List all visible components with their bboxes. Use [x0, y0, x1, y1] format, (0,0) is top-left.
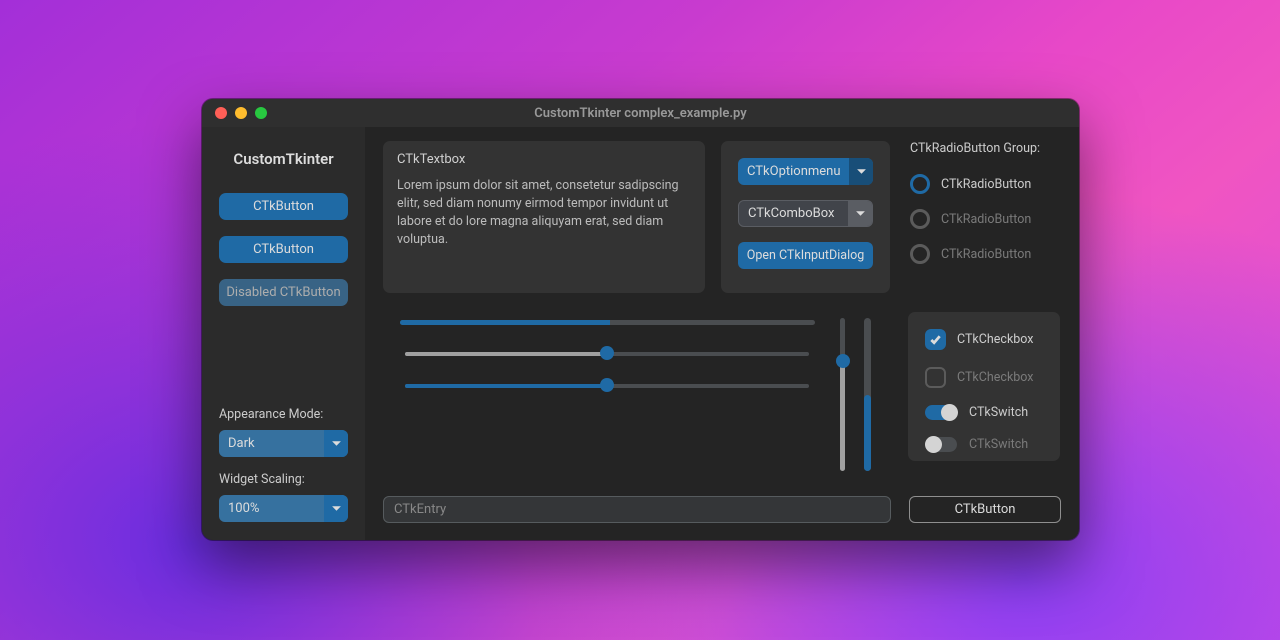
textbox[interactable]: CTkTextbox Lorem ipsum dolor sit amet, c…	[383, 141, 705, 293]
slider-fill	[840, 361, 845, 471]
slider-thumb[interactable]	[836, 354, 850, 368]
switch-2[interactable]: CTkSwitch	[925, 437, 1047, 452]
maximize-icon[interactable]	[255, 107, 267, 119]
progressbar-horizontal	[400, 320, 815, 325]
slider-thumb[interactable]	[600, 346, 614, 360]
checkbox-icon	[925, 367, 946, 388]
radio-label: CTkRadioButton	[941, 247, 1031, 262]
switch-1[interactable]: CTkSwitch	[925, 405, 1047, 420]
window-title: CustomTkinter complex_example.py	[202, 106, 1079, 121]
textbox-header: CTkTextbox	[397, 152, 691, 167]
appearance-mode-value: Dark	[219, 436, 324, 451]
radio-option-1[interactable]: CTkRadioButton	[910, 174, 1062, 194]
switch-knob	[925, 436, 942, 453]
slider-fill	[405, 384, 607, 388]
sidebar-button-disabled: Disabled CTkButton	[219, 279, 348, 306]
checkbox-label: CTkCheckbox	[957, 370, 1034, 385]
textbox-content: Lorem ipsum dolor sit amet, consetetur s…	[397, 177, 691, 250]
entry-input[interactable]	[383, 496, 891, 523]
radio-option-3: CTkRadioButton	[910, 244, 1062, 264]
progressbar-fill	[864, 395, 871, 472]
widget-scaling-label: Widget Scaling:	[219, 472, 348, 487]
checkbox-icon	[925, 329, 946, 350]
sidebar: CustomTkinter CTkButton CTkButton Disabl…	[202, 127, 365, 540]
widget-scaling-value: 100%	[219, 501, 324, 516]
minimize-icon[interactable]	[235, 107, 247, 119]
chevron-down-icon	[849, 158, 873, 185]
main-content: CTkTextbox Lorem ipsum dolor sit amet, c…	[365, 127, 1079, 540]
chevron-down-icon	[324, 495, 348, 522]
appearance-mode-select[interactable]: Dark	[219, 430, 348, 457]
chevron-down-icon	[324, 430, 348, 457]
radio-icon	[910, 244, 930, 264]
appearance-mode-label: Appearance Mode:	[219, 407, 348, 422]
slider-horizontal-2[interactable]	[405, 377, 809, 393]
radio-option-2[interactable]: CTkRadioButton	[910, 209, 1062, 229]
switch-label: CTkSwitch	[969, 405, 1028, 420]
slider-vertical[interactable]	[834, 318, 850, 471]
checkbox-2[interactable]: CTkCheckbox	[925, 367, 1047, 388]
radio-group-title: CTkRadioButton Group:	[910, 141, 1062, 156]
radio-label: CTkRadioButton	[941, 177, 1031, 192]
slider-fill	[405, 352, 607, 356]
switch-label: CTkSwitch	[969, 437, 1028, 452]
optionmenu[interactable]: CTkOptionmenu	[738, 158, 873, 185]
combobox-value: CTkComboBox	[739, 206, 848, 221]
combobox[interactable]: CTkComboBox	[738, 200, 873, 227]
chevron-down-icon	[848, 201, 872, 226]
switch-knob	[941, 404, 958, 421]
checkbox-column: CTkCheckbox CTkCheckbox CTkSwitch CTkSwi…	[908, 312, 1060, 461]
outline-button[interactable]: CTkButton	[909, 496, 1061, 523]
app-window: CustomTkinter complex_example.py CustomT…	[202, 99, 1079, 540]
open-input-dialog-button[interactable]: Open CTkInputDialog	[738, 242, 873, 269]
checkbox-label: CTkCheckbox	[957, 332, 1034, 347]
titlebar: CustomTkinter complex_example.py	[202, 99, 1079, 127]
switch-track	[925, 405, 957, 420]
widget-scaling-select[interactable]: 100%	[219, 495, 348, 522]
radio-icon	[910, 174, 930, 194]
menu-column: CTkOptionmenu CTkComboBox Open CTkInputD…	[721, 141, 890, 293]
progressbar-vertical	[864, 318, 871, 471]
radio-label: CTkRadioButton	[941, 212, 1031, 227]
optionmenu-value: CTkOptionmenu	[738, 164, 849, 179]
app-logo-text: CustomTkinter	[219, 150, 348, 168]
sidebar-button-1[interactable]: CTkButton	[219, 193, 348, 220]
progressbar-fill	[400, 320, 610, 325]
sidebar-button-2[interactable]: CTkButton	[219, 236, 348, 263]
radio-icon	[910, 209, 930, 229]
close-icon[interactable]	[215, 107, 227, 119]
switch-track	[925, 437, 957, 452]
slider-thumb[interactable]	[600, 378, 614, 392]
radio-group: CTkRadioButton Group: CTkRadioButton CTk…	[910, 141, 1062, 279]
checkbox-1[interactable]: CTkCheckbox	[925, 329, 1047, 350]
slider-horizontal-1[interactable]	[405, 345, 809, 361]
